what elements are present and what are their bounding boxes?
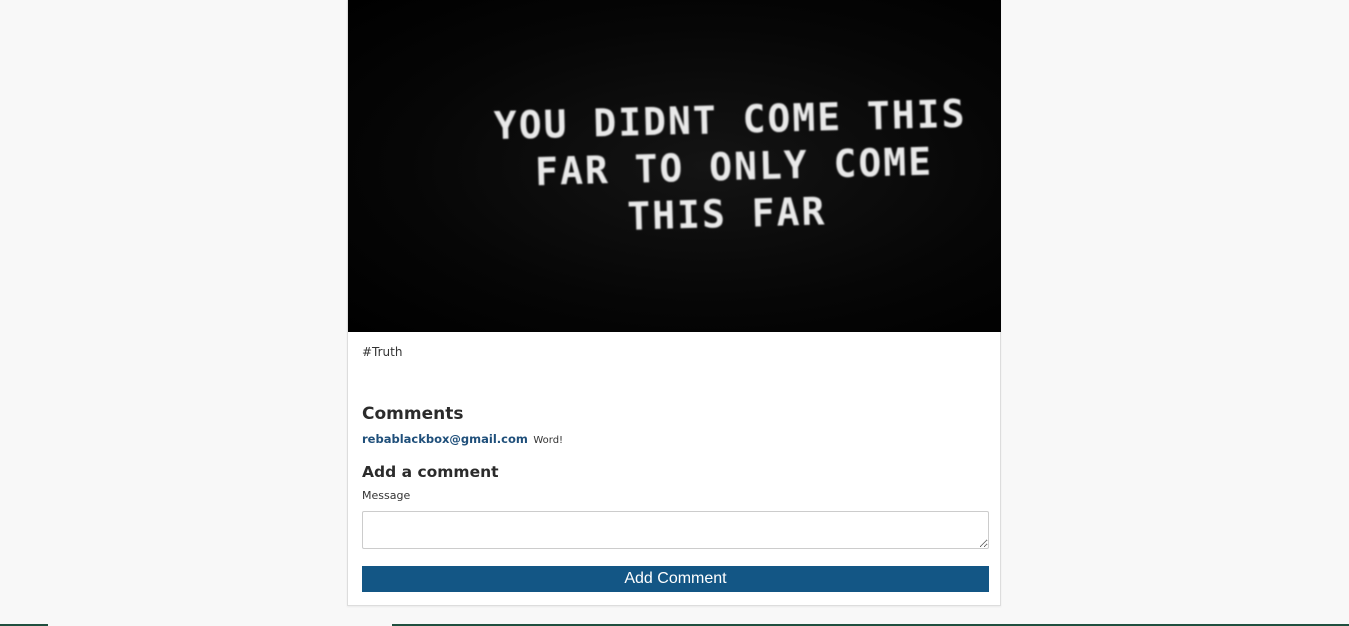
- image-text-line-2: FAR TO ONLY COME: [535, 140, 934, 194]
- message-input[interactable]: [362, 511, 989, 549]
- post-card: YOU DIDNT COME THIS FAR TO ONLY COME THI…: [347, 0, 1001, 606]
- add-comment-heading: Add a comment: [362, 463, 499, 481]
- message-label: Message: [362, 489, 411, 502]
- add-comment-button[interactable]: Add Comment: [362, 566, 989, 592]
- letterboard-photo: YOU DIDNT COME THIS FAR TO ONLY COME THI…: [493, 92, 967, 239]
- image-text-line-3: THIS FAR: [627, 189, 827, 238]
- post-image: YOU DIDNT COME THIS FAR TO ONLY COME THI…: [348, 0, 1001, 332]
- comment-text: Word!: [533, 435, 564, 446]
- page: YOU DIDNT COME THIS FAR TO ONLY COME THI…: [0, 0, 1349, 626]
- comment-author-link[interactable]: rebablackbox@gmail.com: [362, 432, 528, 446]
- comments-heading: Comments: [362, 404, 464, 424]
- post-tag: #Truth: [362, 345, 403, 359]
- comment-item: rebablackbox@gmail.com Word!: [362, 432, 563, 446]
